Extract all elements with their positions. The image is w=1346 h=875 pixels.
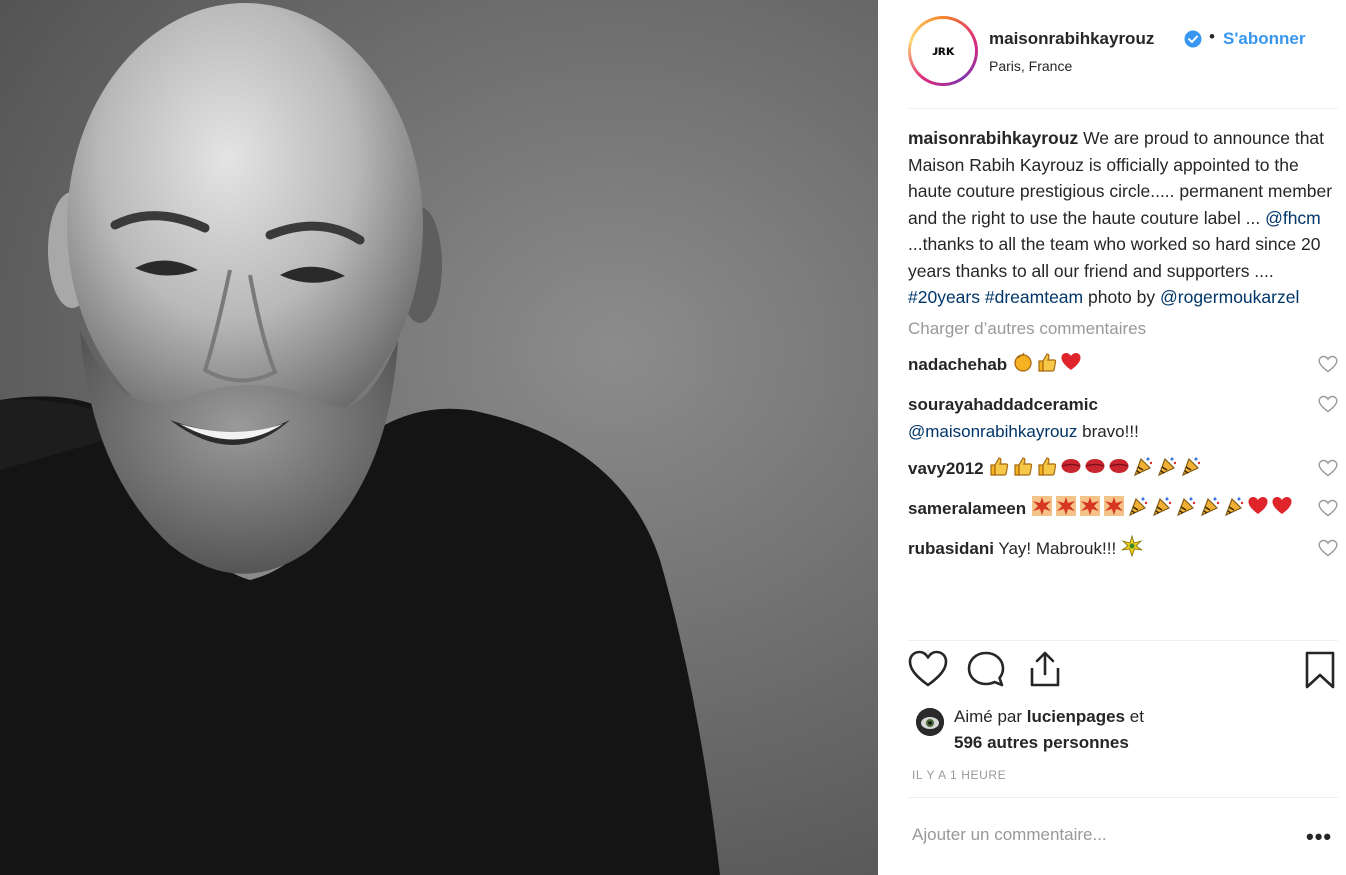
separator-dot: •: [1209, 27, 1215, 46]
comment-like-heart-icon[interactable]: [1318, 499, 1338, 517]
action-bar: [908, 650, 1338, 694]
avatar[interactable]: ᴊʀᴋ: [908, 16, 978, 86]
portrait-illustration: [0, 3, 720, 875]
liker-username[interactable]: lucienpages: [1027, 707, 1125, 726]
comment-username[interactable]: sourayahaddadceramic: [908, 395, 1098, 414]
party-emoji-icon: [1199, 495, 1221, 525]
comment-like-heart-icon[interactable]: [1318, 539, 1338, 557]
likes-suffix: et: [1125, 707, 1144, 726]
likes-count-link[interactable]: 596 autres personnes: [954, 733, 1129, 752]
hashtag-link[interactable]: #20years: [908, 287, 980, 307]
anger-emoji-icon: [1031, 495, 1053, 525]
caption-text-2: ...thanks to all the team who worked so …: [908, 234, 1321, 281]
eye-icon: [916, 708, 944, 736]
heart-emoji-icon: [1247, 495, 1269, 525]
post-sidebar: ᴊʀᴋ maisonrabihkayrouz • S'abonner Paris…: [878, 0, 1346, 875]
username-link[interactable]: maisonrabihkayrouz: [989, 29, 1154, 49]
comment-username[interactable]: rubasidani: [908, 539, 994, 558]
party-emoji-icon: [1151, 495, 1173, 525]
share-icon[interactable]: [1026, 650, 1064, 688]
mention-link[interactable]: @fhcm: [1265, 208, 1321, 228]
comment-username[interactable]: nadachehab: [908, 355, 1007, 374]
anger-emoji-icon: [1103, 495, 1125, 525]
thumbs-emoji-icon: [1012, 455, 1034, 485]
comments-scroll-area[interactable]: maisonrabihkayrouz We are proud to annou…: [908, 125, 1338, 640]
party-emoji-icon: [1223, 495, 1245, 525]
post-timestamp[interactable]: IL Y A 1 HEURE: [912, 768, 1006, 782]
location-link[interactable]: Paris, France: [989, 58, 1072, 74]
comment-bubble-icon[interactable]: [966, 650, 1006, 688]
post-header: ᴊʀᴋ maisonrabihkayrouz • S'abonner Paris…: [878, 0, 1346, 108]
comment-username[interactable]: sameralameen: [908, 499, 1026, 518]
comment-like-heart-icon[interactable]: [1318, 459, 1338, 477]
comment-item: sourayahaddadceramic @maisonrabihkayrouz…: [908, 391, 1338, 445]
comment-item: nadachehab: [908, 351, 1338, 381]
sparkle-emoji-icon: [1121, 534, 1143, 565]
follow-button[interactable]: S'abonner: [1223, 29, 1305, 49]
comment-item: vavy2012: [908, 455, 1338, 485]
caption-text-3: photo by: [1083, 287, 1160, 307]
comment-text: bravo!!!: [1077, 421, 1139, 441]
party-emoji-icon: [1156, 455, 1178, 485]
bookmark-icon[interactable]: [1304, 650, 1336, 690]
likes-prefix: Aimé par: [954, 707, 1027, 726]
anger-emoji-icon: [1055, 495, 1077, 525]
kiss-emoji-icon: [1060, 455, 1082, 485]
party-emoji-icon: [1132, 455, 1154, 485]
divider: [908, 640, 1338, 641]
comment-item: rubasidani Yay! Mabrouk!!!: [908, 534, 1338, 565]
heart-emoji-icon: [1060, 351, 1082, 381]
thumbs-emoji-icon: [1036, 351, 1058, 381]
mention-link[interactable]: @rogermoukarzel: [1160, 287, 1299, 307]
hashtag-link[interactable]: #dreamteam: [985, 287, 1083, 307]
anger-emoji-icon: [1079, 495, 1101, 525]
comment-item: sameralameen: [908, 495, 1338, 525]
more-options-button[interactable]: •••: [1306, 824, 1332, 850]
post-caption: maisonrabihkayrouz We are proud to annou…: [908, 125, 1338, 311]
party-emoji-icon: [1180, 455, 1202, 485]
likes-summary: Aimé par lucienpages et 596 autres perso…: [908, 704, 1338, 756]
kiss-emoji-icon: [1084, 455, 1106, 485]
divider: [908, 108, 1338, 109]
add-comment-input[interactable]: Ajouter un commentaire...: [912, 825, 1107, 845]
verified-badge-icon: [1184, 30, 1202, 48]
thumbs-emoji-icon: [1036, 455, 1058, 485]
load-more-comments-button[interactable]: Charger d’autres commentaires: [908, 319, 1338, 339]
party-emoji-icon: [1175, 495, 1197, 525]
clap-emoji-icon: [1012, 351, 1034, 381]
brand-logo: ᴊʀᴋ: [932, 43, 954, 59]
mention-link[interactable]: @maisonrabihkayrouz: [908, 422, 1077, 441]
liker-avatar[interactable]: [916, 708, 944, 736]
party-emoji-icon: [1127, 495, 1149, 525]
comment-like-heart-icon[interactable]: [1318, 355, 1338, 373]
thumbs-emoji-icon: [988, 455, 1010, 485]
comment-text: Yay! Mabrouk!!!: [998, 538, 1121, 558]
divider: [908, 797, 1338, 798]
kiss-emoji-icon: [1108, 455, 1130, 485]
comment-like-heart-icon[interactable]: [1318, 395, 1338, 413]
comment-username[interactable]: vavy2012: [908, 459, 984, 478]
post-photo[interactable]: [0, 0, 878, 875]
comment-list: nadachehab sourayahaddadceramic @maisonr…: [908, 351, 1338, 565]
like-heart-icon[interactable]: [908, 650, 948, 688]
caption-username[interactable]: maisonrabihkayrouz: [908, 128, 1078, 148]
heart-emoji-icon: [1271, 495, 1293, 525]
